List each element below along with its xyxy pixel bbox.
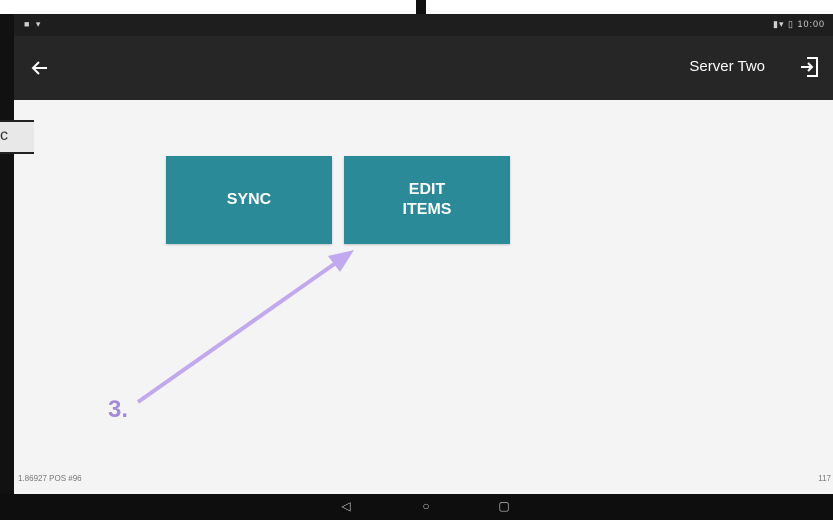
arrow-left-icon[interactable]: [28, 56, 52, 80]
footer-version: 1.86927 POS #96: [18, 474, 82, 483]
edit-items-button[interactable]: EDIT ITEMS: [344, 156, 510, 244]
action-bar: Server Two: [14, 36, 833, 100]
screen: ■ ▾ ▮▾ ▯ 10:00 Server Two SYNC EDIT ITEM…: [14, 14, 833, 494]
footer-right: 117: [818, 474, 831, 483]
sync-button-label: SYNC: [226, 191, 272, 208]
left-overlay-fragment: c: [0, 120, 34, 154]
status-icons-right: ▮▾ ▯ 10:00: [773, 19, 825, 29]
logout-icon-svg: [801, 57, 818, 77]
android-nav-bar: ◁ ○ ▢: [0, 494, 833, 520]
nav-recent-icon[interactable]: ▢: [496, 499, 512, 515]
sync-button[interactable]: SYNC: [166, 156, 332, 244]
edit-items-button-label: EDIT ITEMS: [402, 181, 452, 218]
nav-back-icon[interactable]: ◁: [338, 499, 354, 515]
arrow-left-icon-svg: [31, 61, 47, 75]
nav-home-icon[interactable]: ○: [418, 499, 434, 515]
logout-icon[interactable]: [797, 54, 823, 80]
background-strip: [0, 0, 833, 14]
status-icons-left: ■ ▾: [24, 19, 43, 29]
annotation-step-label: 3.: [108, 396, 129, 423]
server-name: Server Two: [689, 58, 765, 75]
status-bar: ■ ▾ ▮▾ ▯ 10:00: [14, 14, 833, 36]
